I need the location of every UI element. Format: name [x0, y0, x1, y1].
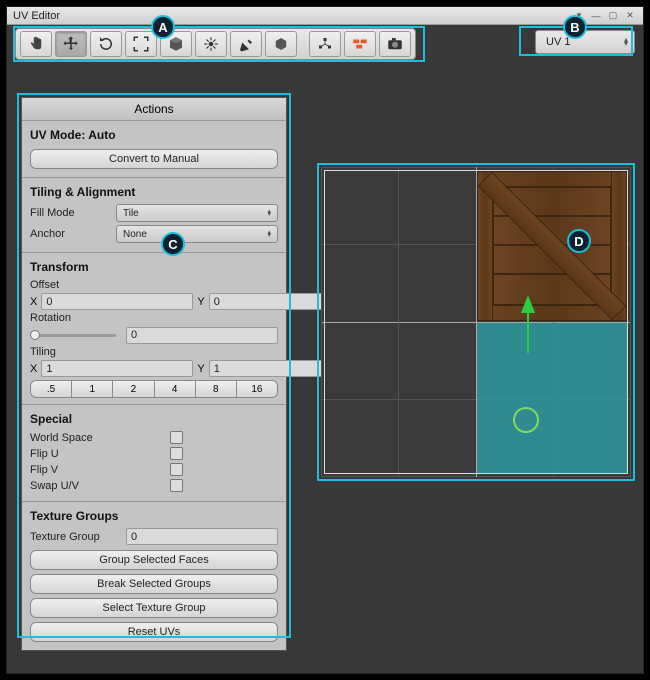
- uv-mode-label: UV Mode: Auto: [30, 128, 278, 142]
- rotation-slider[interactable]: [30, 328, 120, 342]
- fill-mode-value: Tile: [123, 208, 139, 219]
- move-tool-button[interactable]: [55, 31, 87, 57]
- tiling-preset-0[interactable]: .5: [30, 380, 72, 398]
- offset-y-label: Y: [197, 296, 204, 308]
- brick-tool-button[interactable]: [344, 31, 376, 57]
- window-title: UV Editor: [13, 10, 60, 22]
- selected-face: [477, 323, 627, 473]
- badge-b: B: [563, 15, 587, 39]
- fit-tool-button[interactable]: [125, 31, 157, 57]
- tiling-x-field[interactable]: [41, 360, 193, 377]
- texture-group-label: Texture Group: [30, 531, 126, 543]
- tiling-preset-4[interactable]: 8: [196, 380, 237, 398]
- close-icon[interactable]: ✕: [623, 10, 637, 22]
- uv-channel-value: UV 1: [546, 36, 570, 48]
- offset-x-field[interactable]: [41, 293, 193, 310]
- hand-tool-button[interactable]: [20, 31, 52, 57]
- reset-uvs-button[interactable]: Reset UVs: [30, 622, 278, 642]
- anchor-label: Anchor: [30, 228, 116, 240]
- select-arrows-icon: ▴▾: [267, 231, 271, 237]
- texture-group-field[interactable]: [126, 528, 278, 545]
- select-texture-group-button[interactable]: Select Texture Group: [30, 598, 278, 618]
- transform-header: Transform: [30, 260, 278, 274]
- flip-v-checkbox[interactable]: [170, 463, 183, 476]
- convert-to-manual-button[interactable]: Convert to Manual: [30, 149, 278, 169]
- anchor-select[interactable]: None ▴▾: [116, 225, 278, 243]
- tiling-preset-1[interactable]: 1: [72, 380, 113, 398]
- tiling-preset-5[interactable]: 16: [237, 380, 278, 398]
- pivot-tool-button[interactable]: [195, 31, 227, 57]
- break-selected-groups-button[interactable]: Break Selected Groups: [30, 574, 278, 594]
- swap-uv-label: Swap U/V: [30, 480, 170, 492]
- face-tool-button[interactable]: [265, 31, 297, 57]
- world-space-label: World Space: [30, 432, 170, 444]
- tiling-preset-3[interactable]: 4: [155, 380, 196, 398]
- tiling-x-label: X: [30, 363, 37, 375]
- badge-d: D: [567, 229, 591, 253]
- tiling-preset-2[interactable]: 2: [113, 380, 154, 398]
- special-header: Special: [30, 412, 278, 426]
- tiling-label: Tiling: [30, 346, 278, 358]
- tiling-y-label: Y: [197, 363, 204, 375]
- gizmo-arrow-icon[interactable]: [521, 295, 535, 313]
- rotation-label: Rotation: [30, 312, 278, 324]
- gizmo-circle-icon[interactable]: [513, 407, 539, 433]
- swap-uv-checkbox[interactable]: [170, 479, 183, 492]
- crate-texture: [477, 171, 627, 321]
- group-selected-faces-button[interactable]: Group Selected Faces: [30, 550, 278, 570]
- flip-u-checkbox[interactable]: [170, 447, 183, 460]
- panel-title: Actions: [22, 98, 286, 121]
- tiling-preset-buttons: .5 1 2 4 8 16: [30, 380, 278, 398]
- pen-tool-button[interactable]: [230, 31, 262, 57]
- world-space-checkbox[interactable]: [170, 431, 183, 444]
- minimize-icon[interactable]: —: [589, 10, 603, 22]
- anchor-value: None: [123, 229, 147, 240]
- fill-mode-label: Fill Mode: [30, 207, 116, 219]
- camera-tool-button[interactable]: [379, 31, 411, 57]
- title-bar: UV Editor ▾ — ▢ ✕: [7, 7, 643, 25]
- offset-x-label: X: [30, 296, 37, 308]
- texture-groups-header: Texture Groups: [30, 509, 278, 523]
- uv-viewport[interactable]: [321, 167, 631, 477]
- dropdown-arrows-icon: ▴▾: [624, 38, 628, 46]
- actions-panel: Actions UV Mode: Auto Convert to Manual …: [21, 97, 287, 651]
- scatter-tool-button[interactable]: [309, 31, 341, 57]
- flip-u-label: Flip U: [30, 448, 170, 460]
- select-arrows-icon: ▴▾: [267, 210, 271, 216]
- rotation-field[interactable]: [126, 327, 278, 344]
- gizmo-line: [527, 313, 529, 353]
- tiling-alignment-header: Tiling & Alignment: [30, 185, 278, 199]
- fill-mode-select[interactable]: Tile ▴▾: [116, 204, 278, 222]
- badge-c: C: [161, 232, 185, 256]
- rotate-tool-button[interactable]: [90, 31, 122, 57]
- offset-label: Offset: [30, 279, 278, 291]
- badge-a: A: [151, 15, 175, 39]
- flip-v-label: Flip V: [30, 464, 170, 476]
- maximize-icon[interactable]: ▢: [606, 10, 620, 22]
- toolbar: [15, 28, 416, 60]
